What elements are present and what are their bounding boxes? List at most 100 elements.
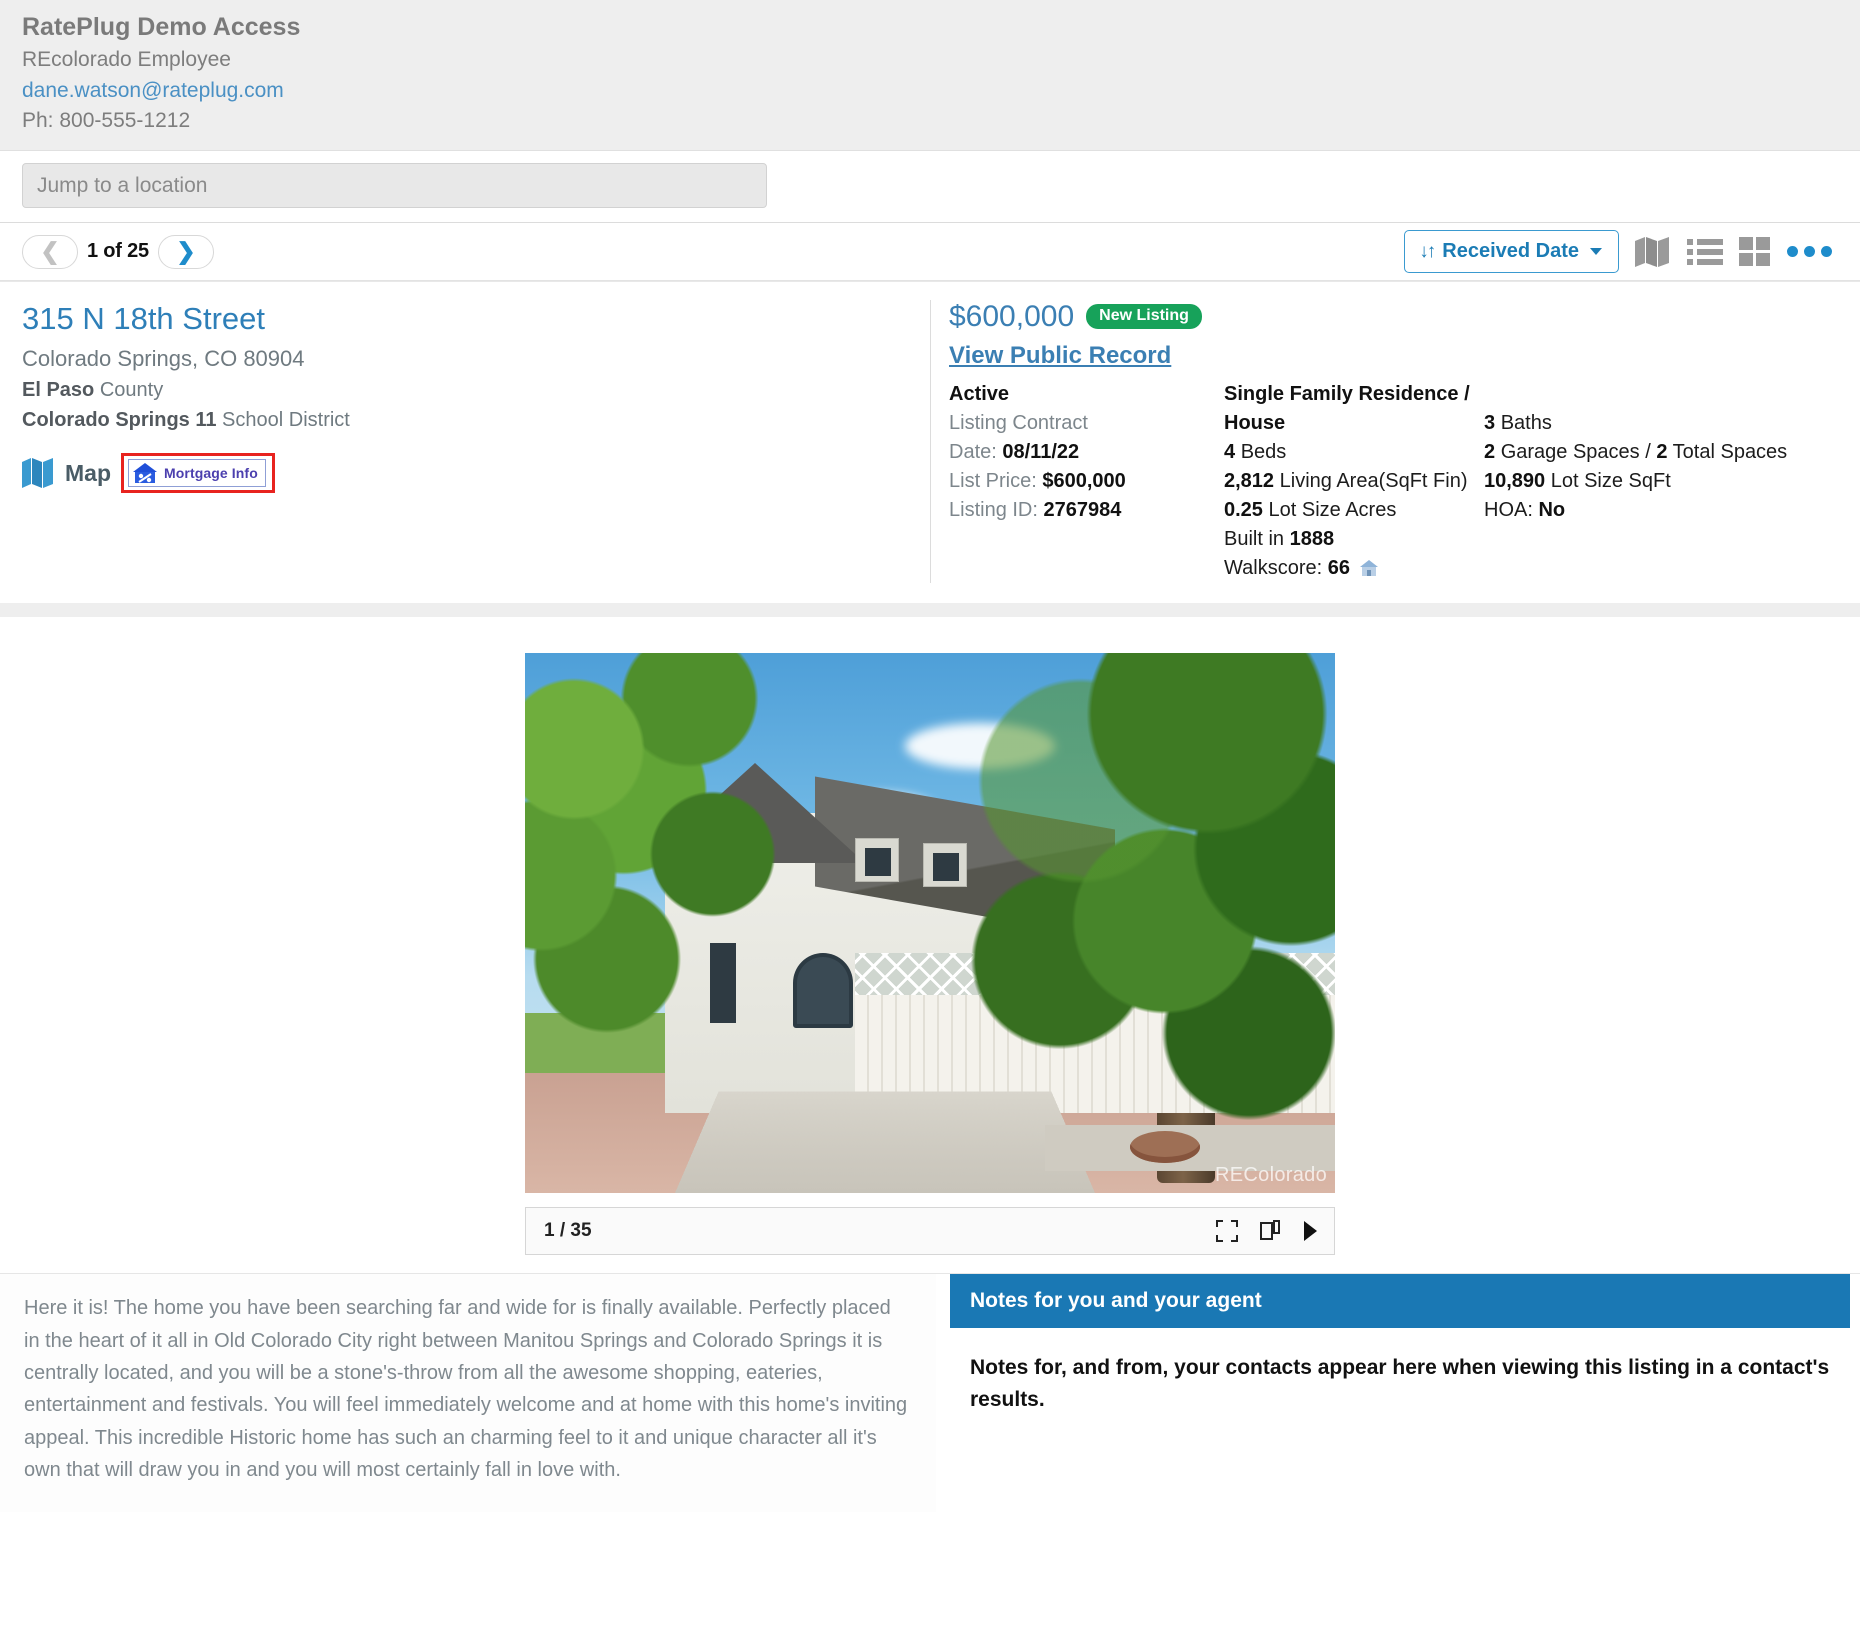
grid-view-icon	[1739, 236, 1770, 266]
listing-address-block: 315 N 18th Street Colorado Springs, CO 8…	[0, 300, 930, 583]
map-icon	[22, 458, 53, 489]
map-view-icon	[1635, 236, 1669, 267]
pager-count: 1 of 25	[87, 240, 149, 263]
bottom-section: Here it is! The home you have been searc…	[0, 1273, 1860, 1513]
date-label: Date:	[949, 441, 997, 464]
agent-email-link[interactable]: dane.watson@rateplug.com	[22, 77, 284, 104]
jump-to-location-input[interactable]	[22, 163, 767, 209]
lot-acres-label: Lot Size Acres	[1268, 499, 1397, 522]
listing-contract-label: Listing Contract	[949, 412, 1088, 435]
specs-column-secondary: 3 Baths 2 Garage Spaces / 2 Total Spaces…	[1484, 380, 1840, 583]
lot-sqft-label: Lot Size SqFt	[1550, 470, 1671, 493]
price-row: $600,000 New Listing	[949, 300, 1840, 333]
lot-sqft-value: 10,890	[1484, 470, 1546, 493]
garage-label: Garage Spaces /	[1500, 441, 1651, 464]
result-pager: ❮ 1 of 25 ❯	[22, 234, 214, 269]
duplicate-button[interactable]	[1260, 1220, 1280, 1242]
new-listing-badge: New Listing	[1086, 304, 1202, 330]
duplicate-icon	[1260, 1220, 1280, 1241]
listing-facts-block: $600,000 New Listing View Public Record …	[930, 300, 1860, 584]
total-spaces-label: Total Spaces	[1672, 441, 1788, 464]
baths-value: 3	[1484, 412, 1496, 435]
toolbar-right-controls: ↓↑ Received Date	[1404, 230, 1832, 274]
listing-school-district: Colorado Springs 11 School District	[22, 405, 910, 435]
photo-action-group	[1216, 1220, 1318, 1243]
notes-panel-body: Notes for, and from, your contacts appea…	[950, 1328, 1850, 1446]
living-area-row: 2,812 Living Area(SqFt Fin)	[1224, 467, 1484, 496]
more-options-button[interactable]	[1787, 246, 1832, 258]
listing-action-links: Map Mortgage Info	[22, 453, 910, 494]
mortgage-info-button[interactable]: Mortgage Info	[128, 459, 266, 488]
sort-arrows-icon: ↓↑	[1419, 241, 1436, 263]
more-options-icon	[1804, 246, 1815, 258]
listing-price: $600,000	[949, 300, 1075, 334]
baths-label: Baths	[1500, 412, 1552, 435]
lot-acres-value: 0.25	[1224, 499, 1263, 522]
built-row: Built in 1888	[1224, 525, 1484, 554]
listing-id-row: Listing ID: 2767984	[949, 496, 1224, 525]
mortgage-info-label: Mortgage Info	[164, 465, 258, 482]
beds-value: 4	[1224, 441, 1236, 464]
photo-watermark: REColorado	[1215, 1164, 1327, 1187]
lot-sqft-row: 10,890 Lot Size SqFt	[1484, 467, 1840, 496]
listing-id-label: Listing ID:	[949, 499, 1038, 522]
photo-section: REColorado 1 / 35	[0, 617, 1860, 1256]
listing-photo[interactable]: REColorado	[525, 653, 1335, 1194]
description-panel: Here it is! The home you have been searc…	[0, 1274, 950, 1513]
jump-to-location-bar	[0, 151, 1860, 224]
agent-name: RatePlug Demo Access	[22, 13, 301, 41]
agent-role: REcolorado Employee	[22, 48, 231, 72]
photo-tree-right	[955, 653, 1335, 1174]
built-label: Built in	[1224, 528, 1285, 551]
more-options-icon	[1787, 246, 1798, 258]
specs-grid: Active Listing Contract Date: 08/11/22 L…	[949, 380, 1840, 583]
map-link-label: Map	[65, 459, 111, 486]
listing-contract-date: Date: 08/11/22	[949, 438, 1224, 467]
walkscore-value: 66	[1327, 557, 1350, 580]
lot-acres-row: 0.25 Lot Size Acres	[1224, 496, 1484, 525]
previous-result-button[interactable]: ❮	[22, 234, 78, 269]
house-icon	[1359, 560, 1378, 577]
garage-row: 2 Garage Spaces / 2 Total Spaces	[1484, 438, 1840, 467]
next-result-button[interactable]: ❯	[157, 234, 214, 269]
hoa-value: No	[1538, 499, 1566, 522]
sort-button-label: Received Date	[1442, 240, 1579, 263]
photo-wrapper: REColorado 1 / 35	[525, 653, 1335, 1256]
built-value: 1888	[1289, 528, 1335, 551]
photo-window	[865, 848, 891, 877]
hoa-label: HOA:	[1484, 499, 1533, 522]
listing-status: Active	[949, 383, 1010, 406]
listing-county: El Paso County	[22, 375, 910, 405]
listing-description: Here it is! The home you have been searc…	[24, 1297, 908, 1482]
beds-label: Beds	[1240, 441, 1287, 464]
list-price-row: List Price: $600,000	[949, 467, 1224, 496]
listing-city-state-zip: Colorado Springs, CO 80904	[22, 346, 305, 372]
map-link[interactable]: Map	[22, 458, 111, 489]
photo-tree-left	[525, 653, 805, 1044]
chevron-right-icon: ❯	[176, 238, 196, 265]
fullscreen-button[interactable]	[1216, 1220, 1238, 1243]
results-toolbar: ❮ 1 of 25 ❯ ↓↑ Received Date	[0, 223, 1860, 282]
grid-view-button[interactable]	[1739, 236, 1771, 267]
fullscreen-icon	[1216, 1220, 1238, 1243]
list-price-label: List Price:	[949, 470, 1037, 493]
specs-column-primary: Single Family Residence / House 4 Beds 2…	[1224, 380, 1484, 583]
chevron-down-icon	[1590, 248, 1602, 256]
specs-column-status: Active Listing Contract Date: 08/11/22 L…	[949, 380, 1224, 583]
total-spaces-value: 2	[1656, 441, 1668, 464]
map-view-button[interactable]	[1635, 236, 1671, 267]
school-district-name: Colorado Springs 11	[22, 409, 217, 432]
play-icon	[1304, 1221, 1317, 1242]
date-value: 08/11/22	[1002, 441, 1080, 464]
walkscore-label: Walkscore:	[1224, 557, 1323, 580]
view-public-record-link[interactable]: View Public Record	[949, 342, 1171, 370]
agent-phone: Ph: 800-555-1212	[22, 108, 191, 132]
mortgage-info-highlight: Mortgage Info	[121, 453, 275, 494]
play-slideshow-button[interactable]	[1302, 1220, 1318, 1242]
list-view-button[interactable]	[1687, 237, 1723, 267]
notes-panel-header: Notes for you and your agent	[950, 1274, 1850, 1329]
listing-address-link[interactable]: 315 N 18th Street	[22, 300, 265, 337]
living-area-label: Living Area(SqFt Fin)	[1279, 470, 1468, 493]
specs-spacer	[1484, 380, 1840, 409]
sort-button[interactable]: ↓↑ Received Date	[1404, 230, 1619, 274]
